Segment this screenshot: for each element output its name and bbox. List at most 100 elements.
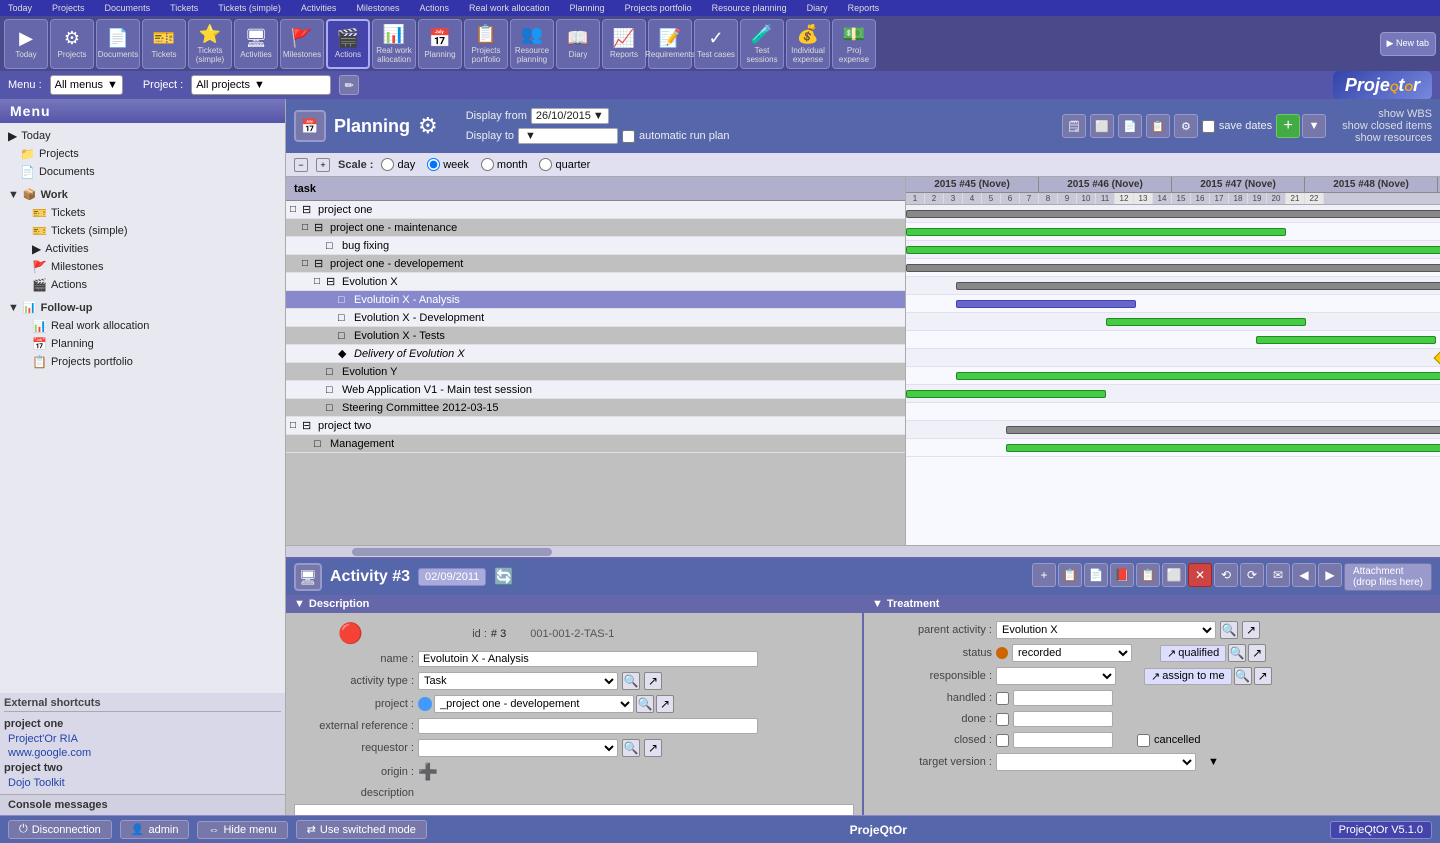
project-select[interactable]: _project one - developement bbox=[434, 695, 634, 713]
toolbar-milestones[interactable]: 🚩 Milestones bbox=[280, 19, 324, 69]
followup-collapse-icon[interactable]: ▼ bbox=[8, 302, 19, 314]
gantt-scroll-thumb[interactable] bbox=[352, 548, 552, 556]
act-btn-pdf[interactable]: 📕 bbox=[1110, 563, 1134, 587]
origin-add-button[interactable]: ➕ bbox=[418, 762, 438, 782]
toolbar-reports[interactable]: 📈 Reports bbox=[602, 19, 646, 69]
table-row[interactable]: □ ⊟ project one bbox=[286, 201, 905, 219]
table-row[interactable]: □ ⊟ Evolution X bbox=[286, 273, 905, 291]
planning-icon-btn-4[interactable]: ⚙ bbox=[1174, 114, 1198, 138]
sidebar-item-actions[interactable]: 🎬 Actions bbox=[4, 276, 281, 294]
scale-quarter[interactable]: quarter bbox=[539, 158, 590, 171]
assign-search-btn[interactable]: 🔍 bbox=[1234, 667, 1252, 685]
toolbar-tickets-simple[interactable]: ⭐ Tickets (simple) bbox=[188, 19, 232, 69]
nav-tickets[interactable]: Tickets bbox=[170, 3, 198, 13]
qualified-search-btn[interactable]: 🔍 bbox=[1228, 644, 1246, 662]
sidebar-item-tickets-simple[interactable]: 🎫 Tickets (simple) bbox=[4, 222, 281, 240]
sidebar-item-milestones[interactable]: 🚩 Milestones bbox=[4, 258, 281, 276]
toolbar-test-cases[interactable]: ✓ Test cases bbox=[694, 19, 738, 69]
assign-goto-btn[interactable]: ↗ bbox=[1254, 667, 1272, 685]
responsible-select[interactable] bbox=[996, 667, 1116, 685]
nav-activities[interactable]: Activities bbox=[301, 3, 337, 13]
toolbar-requirements[interactable]: 📝 Requirements bbox=[648, 19, 692, 69]
closed-checkbox[interactable] bbox=[996, 734, 1009, 747]
add-dropdown-button[interactable]: ▼ bbox=[1302, 114, 1326, 138]
table-row[interactable]: □ ⊟ project one - maintenance bbox=[286, 219, 905, 237]
sidebar-item-today[interactable]: ▶ Today bbox=[4, 127, 281, 145]
act-btn-left[interactable]: ◀ bbox=[1292, 563, 1316, 587]
activity-type-goto-btn[interactable]: ↗ bbox=[644, 672, 662, 690]
name-input[interactable] bbox=[418, 651, 758, 667]
parent-activity-select[interactable]: Evolution X bbox=[996, 621, 1216, 639]
treat-arrow-icon[interactable]: ▼ bbox=[872, 598, 883, 610]
expand-icon[interactable]: □ bbox=[290, 420, 302, 431]
disconnection-button[interactable]: ⏻ Disconnection bbox=[8, 820, 112, 839]
menu-dropdown[interactable]: All menus ▼ bbox=[50, 75, 123, 95]
toolbar-portfolio[interactable]: 📋 Projects portfolio bbox=[464, 19, 508, 69]
sidebar-item-portfolio[interactable]: 📋 Projects portfolio bbox=[4, 353, 281, 371]
act-btn-copy[interactable]: 📋 bbox=[1058, 563, 1082, 587]
parent-search-btn[interactable]: 🔍 bbox=[1220, 621, 1238, 639]
planning-icon-btn-1[interactable]: 🗒 bbox=[1062, 114, 1086, 138]
display-to-input[interactable]: ▼ bbox=[518, 128, 618, 144]
act-btn-email[interactable]: ✉ bbox=[1266, 563, 1290, 587]
nav-diary[interactable]: Diary bbox=[807, 3, 828, 13]
toolbar-today[interactable]: ▶ Today bbox=[4, 19, 48, 69]
act-btn-5[interactable]: 📋 bbox=[1136, 563, 1160, 587]
act-btn-paste[interactable]: 📄 bbox=[1084, 563, 1108, 587]
project-dropdown[interactable]: All projects ▼ bbox=[191, 75, 331, 95]
add-planning-button[interactable]: + bbox=[1276, 114, 1300, 138]
switched-mode-button[interactable]: ⇄ Use switched mode bbox=[296, 820, 427, 839]
nav-planning[interactable]: Planning bbox=[570, 3, 605, 13]
attachment-button[interactable]: Attachment(drop files here) bbox=[1344, 563, 1432, 591]
nav-actions[interactable]: Actions bbox=[419, 3, 449, 13]
sidebar-item-projects[interactable]: 📁 Projects bbox=[4, 145, 281, 163]
expand-icon[interactable]: □ bbox=[302, 258, 314, 269]
assign-to-me-btn[interactable]: ↗ assign to me bbox=[1144, 668, 1232, 685]
scale-week[interactable]: week bbox=[427, 158, 469, 171]
qualified-btn[interactable]: ↗ qualified bbox=[1160, 645, 1226, 662]
toolbar-planning[interactable]: 📅 Planning bbox=[418, 19, 462, 69]
done-checkbox[interactable] bbox=[996, 713, 1009, 726]
activity-type-select[interactable]: Task bbox=[418, 672, 618, 690]
nav-today[interactable]: Today bbox=[8, 3, 32, 13]
table-row[interactable]: □ Evolutoin X - Analysis bbox=[286, 291, 905, 309]
sidebar-item-planning[interactable]: 📅 Planning bbox=[4, 335, 281, 353]
ext-ref-input[interactable] bbox=[418, 718, 758, 734]
activity-type-search-btn[interactable]: 🔍 bbox=[622, 672, 640, 690]
admin-button[interactable]: 👤 admin bbox=[120, 820, 190, 839]
project-search-btn[interactable]: 🔍 bbox=[636, 695, 654, 713]
nav-documents[interactable]: Documents bbox=[105, 3, 151, 13]
planning-icon-btn-pdf[interactable]: 📄 bbox=[1118, 114, 1142, 138]
toolbar-tickets[interactable]: 🎫 Tickets bbox=[142, 19, 186, 69]
expand-icon[interactable]: □ bbox=[314, 276, 326, 287]
requestor-search-btn[interactable]: 🔍 bbox=[622, 739, 640, 757]
table-row[interactable]: □ Evolution X - Development bbox=[286, 309, 905, 327]
handled-checkbox[interactable] bbox=[996, 692, 1009, 705]
cancelled-checkbox[interactable] bbox=[1137, 734, 1150, 747]
planning-icon-btn-3[interactable]: 📋 bbox=[1146, 114, 1170, 138]
scale-month[interactable]: month bbox=[481, 158, 528, 171]
show-closed-link[interactable]: show closed items bbox=[1342, 120, 1432, 132]
toolbar-individual-expense[interactable]: 💰 Individual expense bbox=[786, 19, 830, 69]
nav-real-work[interactable]: Real work allocation bbox=[469, 3, 550, 13]
description-editor[interactable]: ✏ bbox=[294, 804, 854, 815]
sidebar-item-activities[interactable]: ▶ Activities bbox=[4, 240, 281, 258]
toolbar-diary[interactable]: 📖 Diary bbox=[556, 19, 600, 69]
ext-link-projector[interactable]: Project'Or RIA bbox=[4, 732, 281, 746]
table-row[interactable]: □ Steering Committee 2012-03-15 bbox=[286, 399, 905, 417]
act-btn-right[interactable]: ▶ bbox=[1318, 563, 1342, 587]
ext-link-google[interactable]: www.google.com bbox=[4, 746, 281, 760]
table-row[interactable]: □ ⊟ project two bbox=[286, 417, 905, 435]
gantt-collapse-all[interactable]: − bbox=[294, 158, 308, 172]
hide-menu-button[interactable]: ⇔ Hide menu bbox=[197, 821, 287, 839]
nav-resource[interactable]: Resource planning bbox=[712, 3, 787, 13]
toolbar-real-work[interactable]: 📊 Real work allocation bbox=[372, 19, 416, 69]
ext-link-dojo[interactable]: Dojo Toolkit bbox=[4, 776, 281, 790]
auto-run-checkbox[interactable] bbox=[622, 130, 635, 143]
act-btn-add[interactable]: + bbox=[1032, 563, 1056, 587]
toolbar-proj-expense[interactable]: 💵 Proj expense bbox=[832, 19, 876, 69]
act-btn-next[interactable]: ⟳ bbox=[1240, 563, 1264, 587]
expand-icon[interactable]: □ bbox=[302, 222, 314, 233]
nav-tickets-simple[interactable]: Tickets (simple) bbox=[218, 3, 281, 13]
display-from-input[interactable]: 26/10/2015 ▼ bbox=[531, 108, 609, 124]
